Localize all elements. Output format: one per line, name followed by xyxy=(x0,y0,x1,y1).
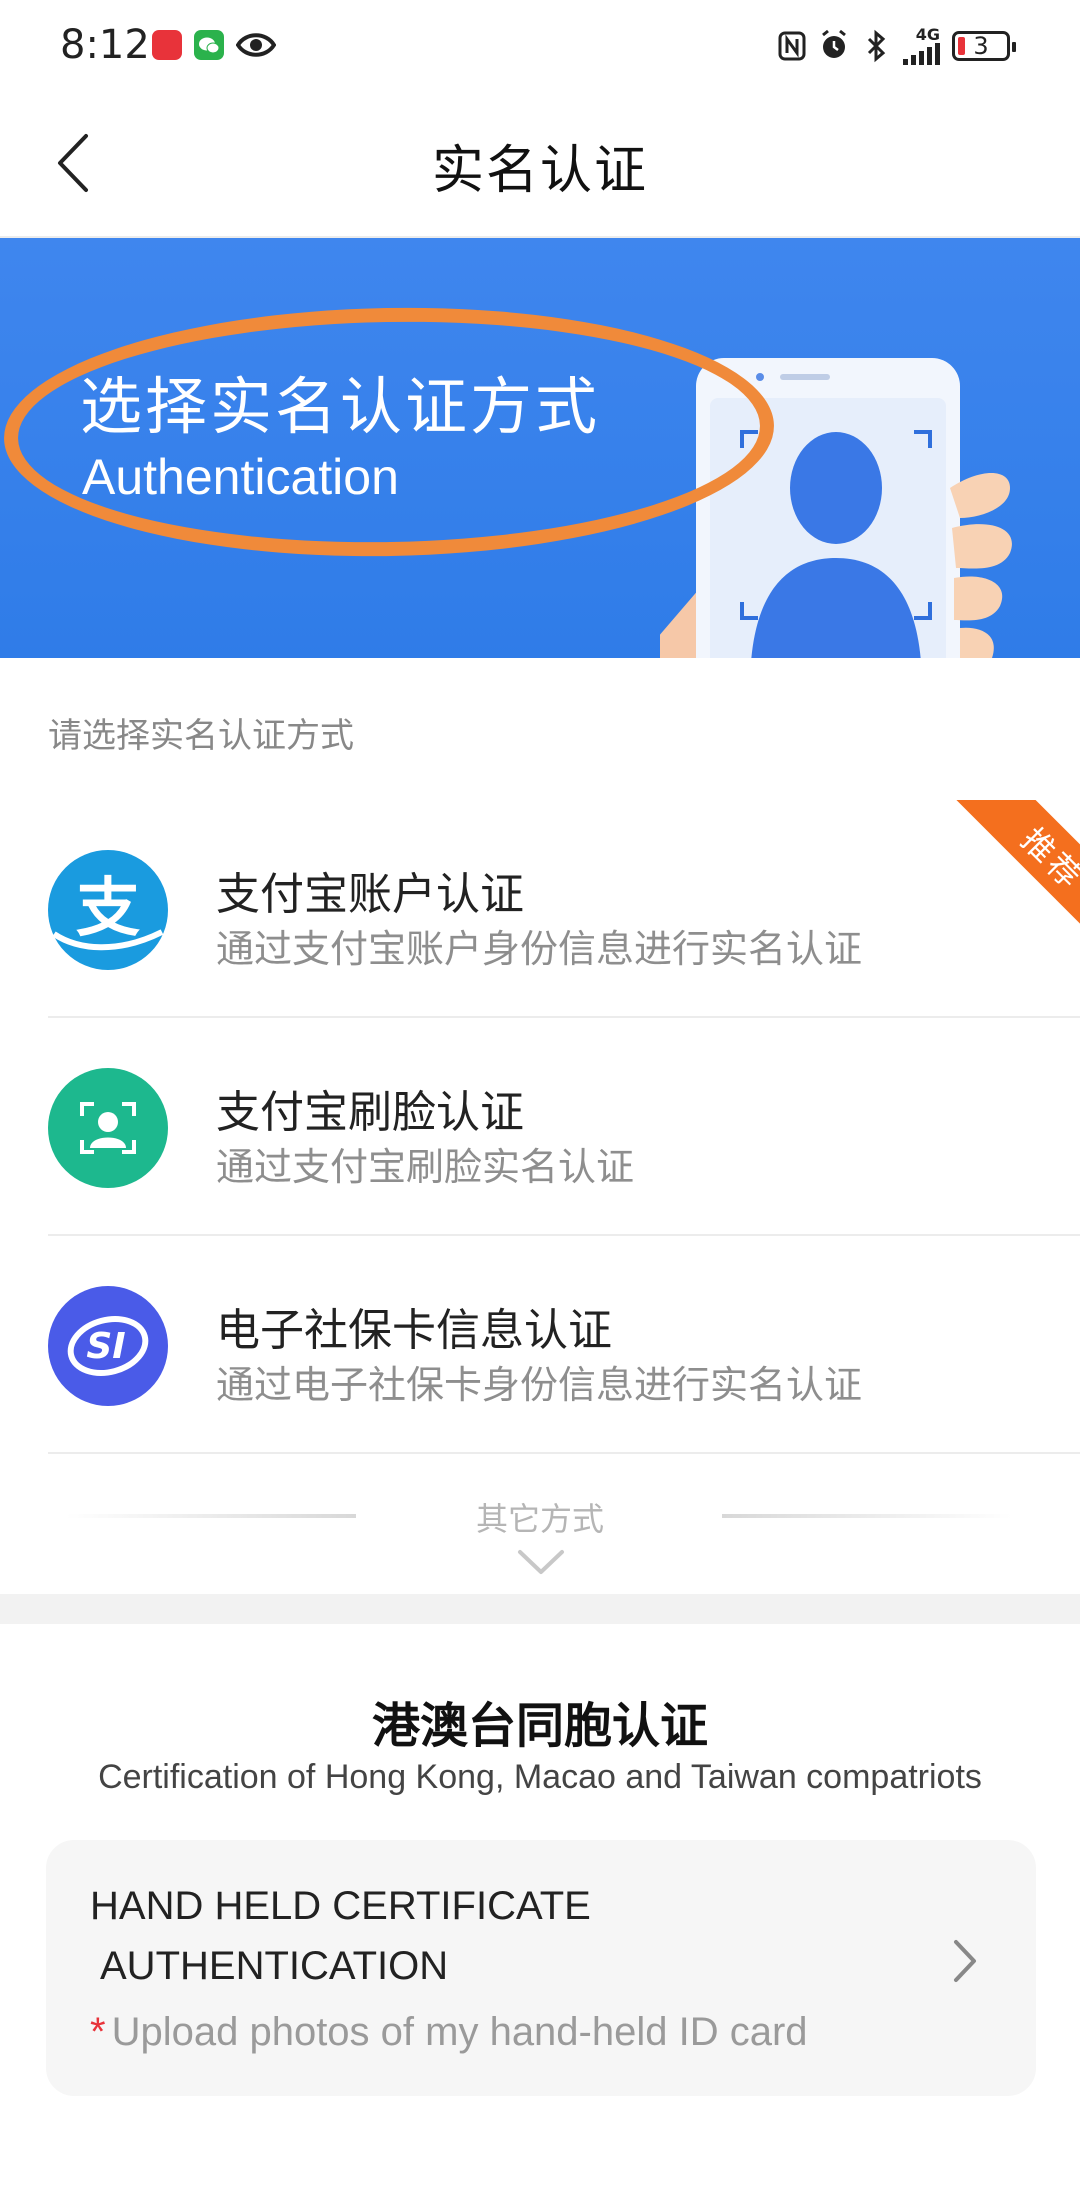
chevron-right-icon xyxy=(954,1940,976,1982)
status-indicators: 4G 3 xyxy=(777,25,1016,66)
bluetooth-icon xyxy=(867,29,886,63)
page-title: 实名认证 xyxy=(431,141,648,201)
method-description: 通过电子社保卡身份信息进行实名认证 xyxy=(216,1363,863,1407)
authentication-banner: 选择实名认证方式 Authentication xyxy=(0,238,1080,658)
method-description: 通过支付宝刷脸实名认证 xyxy=(216,1145,635,1189)
method-social-security-card[interactable]: SI 电子社保卡信息认证 通过电子社保卡身份信息进行实名认证 xyxy=(48,1236,1080,1454)
recommended-badge: 推荐 xyxy=(950,800,1080,930)
method-description: 通过支付宝账户身份信息进行实名认证 xyxy=(216,927,863,971)
method-title: 电子社保卡信息认证 xyxy=(216,1305,612,1356)
alarm-icon xyxy=(822,29,846,58)
status-bar: 8:12 4G 3 xyxy=(0,0,1080,90)
alipay-icon: 支 xyxy=(48,850,168,970)
social-security-icon: SI xyxy=(48,1286,168,1406)
svg-text:支: 支 xyxy=(76,872,140,946)
method-alipay-account[interactable]: 支 支付宝账户认证 通过支付宝账户身份信息进行实名认证 xyxy=(48,800,1080,1018)
recommended-badge-label: 推荐 xyxy=(956,800,1080,930)
method-title: 支付宝账户认证 xyxy=(216,869,524,920)
face-scan-icon xyxy=(48,1068,168,1188)
hand-held-certificate-card[interactable]: HAND HELD CERTIFICATE AUTHENTICATION * Up… xyxy=(46,1840,1036,2096)
wechat-icon xyxy=(194,30,224,60)
card-title-line2: AUTHENTICATION xyxy=(100,1944,449,1988)
banner-title: 选择实名认证方式 xyxy=(80,370,601,443)
signal-icon xyxy=(903,43,940,65)
battery-level: 3 xyxy=(973,32,989,60)
method-alipay-face[interactable]: 支付宝刷脸认证 通过支付宝刷脸实名认证 xyxy=(48,1018,1080,1236)
required-mark: * xyxy=(90,2010,106,2054)
svg-text:SI: SI xyxy=(86,1326,125,1367)
battery-icon: 3 xyxy=(952,31,1016,61)
nfc-icon xyxy=(778,31,806,61)
chevron-down-icon xyxy=(518,1550,564,1574)
top-nav-bar: 实名认证 xyxy=(0,90,1080,238)
hk-section-subtitle: Certification of Hong Kong, Macao and Ta… xyxy=(98,1758,982,1796)
card-note-text: Upload photos of my hand-held ID card xyxy=(111,2010,808,2054)
network-type: 4G xyxy=(915,25,940,44)
status-time: 8:12 xyxy=(60,22,150,68)
section-divider xyxy=(0,1594,1080,1624)
divider-line xyxy=(722,1514,1012,1518)
other-methods-toggle[interactable]: 其它方式 xyxy=(0,1454,1080,1594)
hk-section-title: 港澳台同胞认证 xyxy=(371,1698,708,1754)
eye-icon xyxy=(235,28,277,62)
card-title-line1: HAND HELD CERTIFICATE xyxy=(90,1884,591,1928)
section-label: 请选择实名认证方式 xyxy=(48,716,354,756)
card-note: * Upload photos of my hand-held ID card xyxy=(90,2010,808,2055)
banner-subtitle: Authentication xyxy=(82,449,399,505)
method-title: 支付宝刷脸认证 xyxy=(216,1087,524,1138)
huawei-app-icon xyxy=(152,30,182,60)
